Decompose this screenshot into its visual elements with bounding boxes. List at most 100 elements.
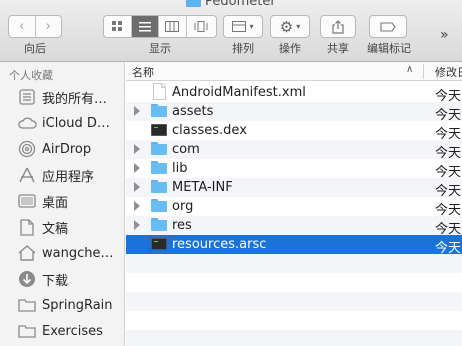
sort-ascending-icon: ∧ bbox=[406, 64, 414, 75]
tag-icon bbox=[380, 21, 396, 32]
disclosure-triangle-icon[interactable] bbox=[134, 182, 140, 192]
icon-view-button[interactable] bbox=[104, 16, 132, 37]
binary-file-icon bbox=[151, 238, 167, 250]
share-icon bbox=[332, 19, 344, 34]
sidebar-item-label: 桌面 bbox=[42, 195, 69, 211]
sidebar-item-documents[interactable]: 文稿 bbox=[0, 214, 125, 240]
toolbar: Pedometer ‹ › 向后 显示 ▾ 排列 ⚙ ▾ 操作 共享 编辑标记 … bbox=[0, 0, 462, 62]
more-toolbar-button[interactable]: » bbox=[440, 27, 449, 43]
table-row[interactable]: org 今天 bbox=[126, 197, 462, 218]
arrange-icon bbox=[232, 21, 247, 32]
sidebar-item-icloud-drive[interactable]: iCloud D… bbox=[0, 110, 125, 136]
view-label: 显示 bbox=[149, 42, 171, 55]
columns-icon bbox=[165, 21, 180, 32]
back-label: 向后 bbox=[24, 42, 46, 55]
window-title-text: Pedometer bbox=[205, 0, 276, 9]
document-icon bbox=[153, 83, 166, 100]
name-column-header[interactable]: 名称 bbox=[132, 64, 154, 80]
file-name: assets bbox=[172, 104, 214, 119]
disclosure-triangle-icon[interactable] bbox=[134, 163, 140, 173]
all-files-icon bbox=[17, 88, 37, 106]
sidebar-item-label: AirDrop bbox=[42, 141, 92, 157]
cover-flow-button[interactable] bbox=[187, 16, 216, 37]
date-column-header[interactable]: 修改日 bbox=[435, 64, 462, 80]
action-label: 操作 bbox=[279, 42, 301, 55]
list-icon bbox=[138, 21, 151, 31]
folder-icon bbox=[151, 161, 167, 175]
column-divider[interactable] bbox=[423, 64, 424, 79]
sidebar-item-springrain[interactable]: SpringRain bbox=[0, 292, 125, 318]
sidebar-item-downloads[interactable]: 下载 bbox=[0, 266, 125, 292]
table-row[interactable]: res 今天 bbox=[126, 216, 462, 237]
file-name: AndroidManifest.xml bbox=[172, 85, 306, 100]
file-name: res bbox=[172, 218, 192, 233]
sidebar-item-all-files[interactable]: 我的所有… bbox=[0, 84, 125, 110]
folder-icon bbox=[151, 199, 167, 213]
file-list: 名称 ∧ 修改日 AndroidManifest.xml今天assets今天cl… bbox=[126, 62, 462, 346]
chevron-left-icon: ‹ bbox=[19, 19, 25, 34]
window-title: Pedometer bbox=[186, 0, 276, 9]
back-forward-control: ‹ › bbox=[8, 15, 62, 38]
folder-icon bbox=[17, 322, 37, 340]
column-header: 名称 ∧ 修改日 bbox=[126, 62, 462, 81]
arrange-label: 排列 bbox=[232, 42, 254, 55]
sidebar-item-label: 下载 bbox=[42, 273, 69, 289]
table-row[interactable]: classes.dex 今天 bbox=[126, 121, 462, 142]
sidebar-item-label: 文稿 bbox=[42, 221, 69, 237]
file-name: META-INF bbox=[172, 180, 233, 195]
sidebar-item-applications[interactable]: 应用程序 bbox=[0, 162, 125, 188]
share-label: 共享 bbox=[327, 42, 349, 55]
sidebar-item-label: Exercises bbox=[42, 323, 103, 339]
icloud-drive-icon bbox=[17, 114, 37, 132]
sidebar-item-label: 应用程序 bbox=[42, 169, 95, 185]
table-row[interactable]: META-INF 今天 bbox=[126, 178, 462, 199]
binary-file-icon bbox=[151, 124, 167, 136]
disclosure-triangle-icon[interactable] bbox=[134, 106, 140, 116]
folder-icon bbox=[186, 0, 201, 7]
sidebar-item-desktop[interactable]: 桌面 bbox=[0, 188, 125, 214]
downloads-icon bbox=[17, 270, 37, 288]
empty-row bbox=[126, 330, 462, 346]
sidebar: 个人收藏 我的所有… iCloud D… AirDrop 应用程序 桌面 文稿 … bbox=[0, 62, 125, 346]
file-name: resources.arsc bbox=[172, 237, 267, 252]
chevron-down-icon: ▾ bbox=[296, 22, 301, 31]
arrange-button[interactable]: ▾ bbox=[223, 15, 263, 38]
chevron-right-icon: › bbox=[45, 19, 51, 34]
disclosure-triangle-icon[interactable] bbox=[134, 201, 140, 211]
file-name: com bbox=[172, 142, 200, 157]
edit-tags-button[interactable] bbox=[369, 15, 407, 38]
cover-flow-icon bbox=[194, 21, 208, 32]
chevron-down-icon: ▾ bbox=[249, 22, 254, 31]
home-icon bbox=[17, 244, 37, 262]
folder-icon bbox=[151, 218, 167, 232]
applications-icon bbox=[17, 166, 37, 184]
sidebar-item-exercises[interactable]: Exercises bbox=[0, 318, 125, 344]
table-row[interactable]: assets 今天 bbox=[126, 102, 462, 123]
table-row[interactable]: lib 今天 bbox=[126, 159, 462, 180]
table-row[interactable]: AndroidManifest.xml 今天 bbox=[126, 83, 462, 104]
sidebar-item-airdrop[interactable]: AirDrop bbox=[0, 136, 125, 162]
folder-icon bbox=[151, 142, 167, 156]
column-view-button[interactable] bbox=[159, 16, 187, 37]
table-row[interactable]: resources.arsc 今天 bbox=[126, 235, 462, 256]
folder-icon bbox=[151, 104, 167, 118]
table-row[interactable]: com 今天 bbox=[126, 140, 462, 161]
sidebar-heading: 个人收藏 bbox=[9, 69, 53, 82]
sidebar-item-label: iCloud D… bbox=[42, 115, 110, 131]
edit-tags-label: 编辑标记 bbox=[367, 42, 411, 55]
grid-icon bbox=[111, 21, 122, 31]
disclosure-triangle-icon[interactable] bbox=[134, 220, 140, 230]
action-button[interactable]: ⚙ ▾ bbox=[270, 15, 310, 38]
folder-icon bbox=[17, 296, 37, 314]
share-button[interactable] bbox=[320, 15, 356, 38]
gear-icon: ⚙ bbox=[279, 17, 294, 36]
disclosure-triangle-icon[interactable] bbox=[134, 144, 140, 154]
sidebar-item-home[interactable]: wangche… bbox=[0, 240, 125, 266]
file-name: classes.dex bbox=[172, 123, 247, 138]
sidebar-item-label: 我的所有… bbox=[42, 91, 108, 107]
sidebar-item-label: SpringRain bbox=[42, 297, 113, 313]
sidebar-item-label: wangche… bbox=[42, 245, 114, 261]
back-button[interactable]: ‹ bbox=[9, 16, 36, 37]
forward-button[interactable]: › bbox=[36, 16, 62, 37]
list-view-button[interactable] bbox=[131, 16, 160, 37]
